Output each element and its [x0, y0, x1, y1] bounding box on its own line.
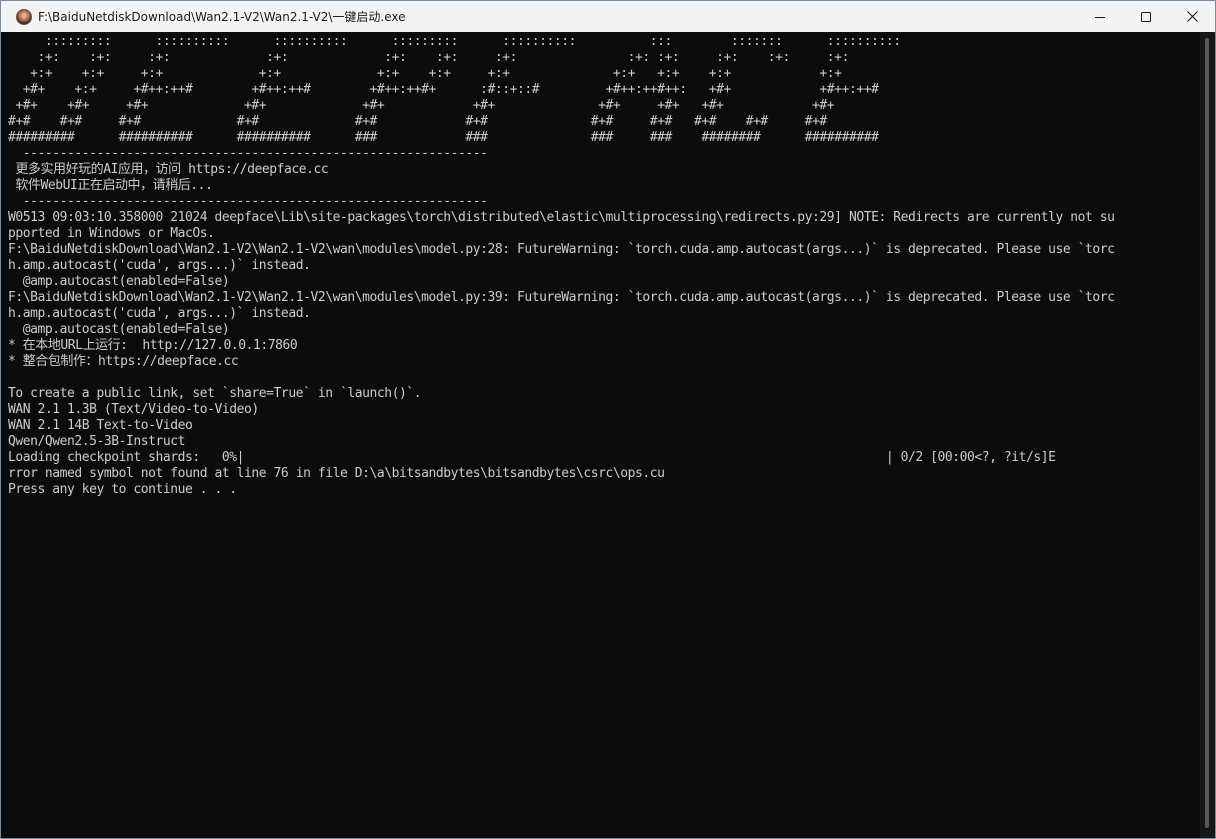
console-line: #+# #+# #+# #+# #+# #+# #+# #+# #+# #+# … — [8, 114, 827, 129]
minimize-icon — [1095, 16, 1105, 18]
console-line: F:\BaiduNetdiskDownload\Wan2.1-V2\Wan2.1… — [8, 290, 1115, 305]
console-line: W0513 09:03:10.358000 21024 deepface\Lib… — [8, 210, 1115, 225]
console-line: 更多实用好玩的AI应用，访问 https://deepface.cc — [8, 162, 329, 177]
console-line: +#+ +#+ +#+ +#+ +#+ +#+ +#+ +#+ +#+ +#+ — [8, 98, 835, 113]
console-line: WAN 2.1 1.3B (Text/Video-to-Video) — [8, 402, 259, 417]
console-line: :+: :+: :+: :+: :+: :+: :+: :+: :+: :+: … — [8, 50, 850, 65]
console-line: * 在本地URL上运行: http://127.0.0.1:7860 — [8, 338, 298, 353]
maximize-icon — [1141, 11, 1151, 22]
console-line: * 整合包制作：https://deepface.cc — [8, 354, 239, 369]
console-line: rror named symbol not found at line 76 i… — [8, 466, 665, 481]
vertical-scrollbar[interactable] — [1200, 32, 1215, 838]
console-line: ----------------------------------------… — [8, 194, 488, 209]
console-line: Qwen/Qwen2.5-3B-Instruct — [8, 434, 186, 449]
console-line: ######### ########## ########## ### ### … — [8, 130, 879, 145]
scrollbar-thumb[interactable] — [1205, 38, 1209, 828]
console-line: pported in Windows or MacOs. — [8, 226, 215, 241]
maximize-button[interactable] — [1123, 1, 1169, 32]
window-controls — [1077, 1, 1215, 32]
console-line: ::::::::: :::::::::: :::::::::: ::::::::… — [8, 34, 901, 49]
app-avatar-icon — [16, 8, 32, 25]
console-line: +#+ +:+ +#++:++# +#++:++# +#++:++#+ :#::… — [8, 82, 879, 97]
console-line: +:+ +:+ +:+ +:+ +:+ +:+ +:+ +:+ +:+ +:+ … — [8, 66, 842, 81]
console-line: F:\BaiduNetdiskDownload\Wan2.1-V2\Wan2.1… — [8, 242, 1115, 257]
console-window: F:\BaiduNetdiskDownload\Wan2.1-V2\Wan2.1… — [0, 0, 1216, 839]
console-line: ----------------------------------------… — [8, 146, 488, 161]
console-line: @amp.autocast(enabled=False) — [8, 274, 230, 289]
console-line: @amp.autocast(enabled=False) — [8, 322, 230, 337]
window-title: F:\BaiduNetdiskDownload\Wan2.1-V2\Wan2.1… — [38, 10, 406, 24]
console-output[interactable]: ::::::::: :::::::::: :::::::::: ::::::::… — [1, 32, 1200, 838]
console-line: Press any key to continue . . . — [8, 482, 237, 497]
console-line: 软件WebUI正在启动中，请稍后... — [8, 178, 213, 193]
console-line: To create a public link, set `share=True… — [8, 386, 422, 401]
close-button[interactable] — [1169, 1, 1215, 32]
console-line: Loading checkpoint shards: 0%| | 0/2 [00… — [8, 450, 1056, 465]
console-line: h.amp.autocast('cuda', args...)` instead… — [8, 258, 311, 273]
close-icon — [1186, 11, 1198, 22]
minimize-button[interactable] — [1077, 1, 1123, 32]
console-line: WAN 2.1 14B Text-to-Video — [8, 418, 193, 433]
console-line: h.amp.autocast('cuda', args...)` instead… — [8, 306, 311, 321]
title-bar[interactable]: F:\BaiduNetdiskDownload\Wan2.1-V2\Wan2.1… — [1, 1, 1215, 32]
